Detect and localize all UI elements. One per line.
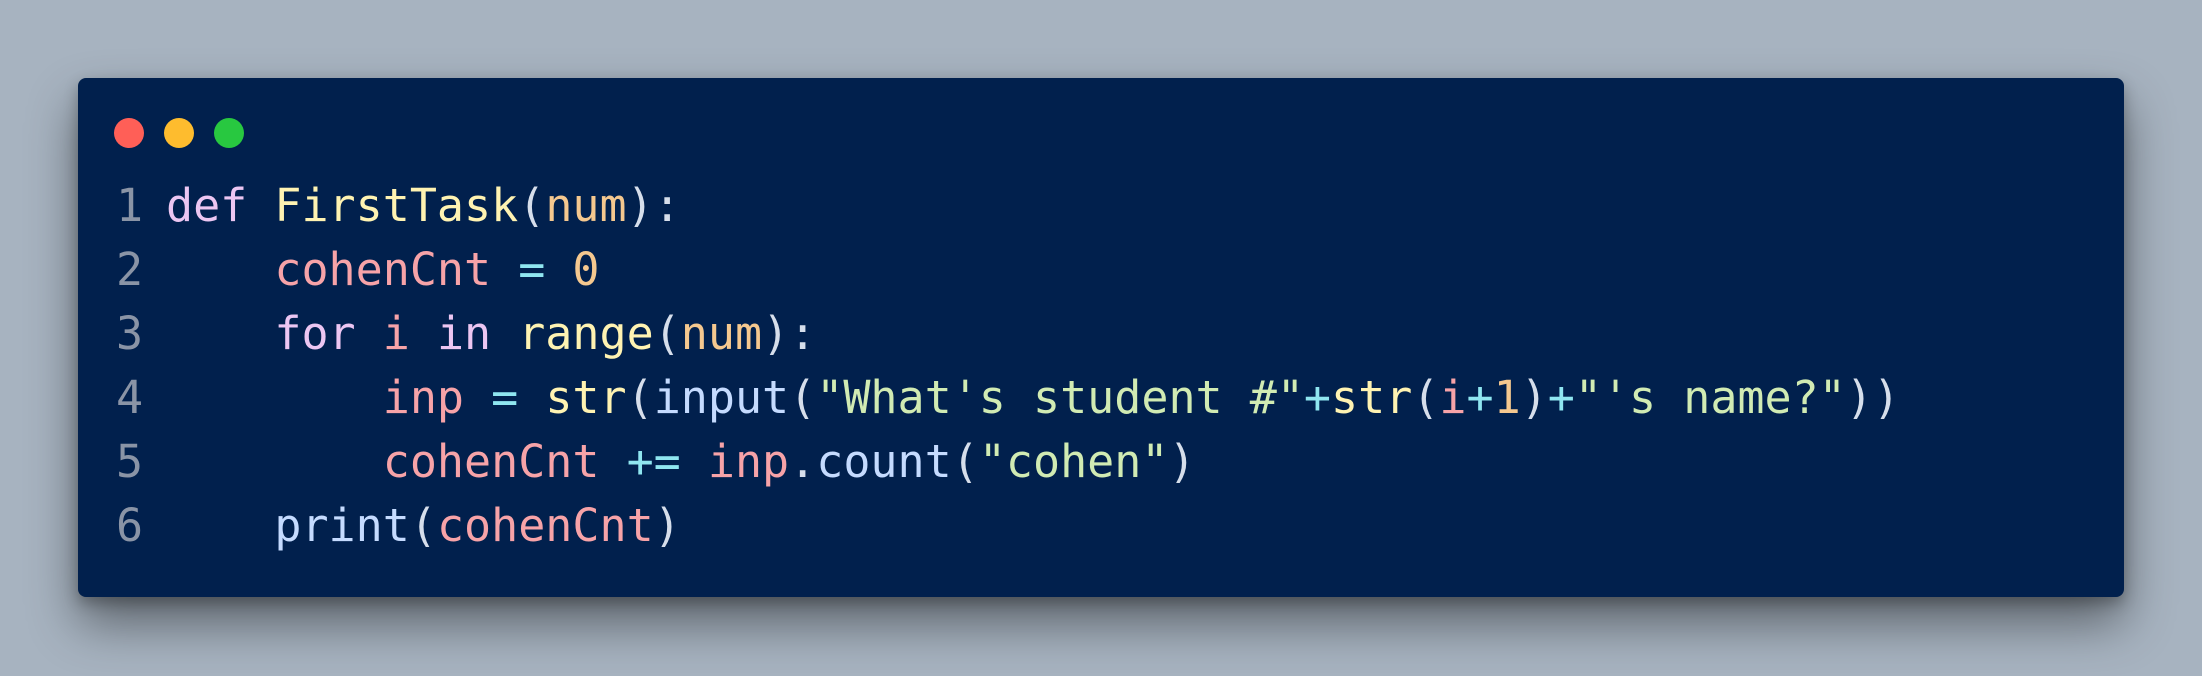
code-line: 6 print(cohenCnt) — [116, 494, 1900, 558]
code-token: "cohen" — [978, 435, 1169, 488]
code-token: ): — [762, 307, 817, 360]
code-token: = — [491, 371, 519, 424]
code-token: ( — [653, 307, 681, 360]
code-token: ( — [518, 179, 546, 232]
code-token: in — [436, 307, 492, 360]
code-token: inp — [382, 371, 465, 424]
code-line: 4 inp = str(input("What's student #"+str… — [116, 366, 1900, 430]
code-token: input — [653, 371, 790, 424]
code-token: + — [1547, 371, 1575, 424]
close-dot-icon — [114, 118, 144, 148]
maximize-dot-icon — [214, 118, 244, 148]
code-token: + — [1303, 371, 1332, 424]
code-token: for — [274, 307, 356, 360]
code-token: 1 — [1493, 371, 1521, 424]
code-token: ): — [626, 179, 681, 232]
code-token: str — [1331, 371, 1413, 424]
code-token: FirstTask — [274, 179, 519, 232]
code-token: ) — [1520, 371, 1548, 424]
code-token: ) — [653, 499, 681, 552]
code-token: ( — [409, 499, 437, 552]
line-number: 6 — [116, 499, 144, 552]
code-token: inp — [707, 435, 790, 488]
line-number: 2 — [116, 243, 144, 296]
code-token: )) — [1845, 371, 1900, 424]
code-token: num — [680, 307, 763, 360]
code-token: ( — [951, 435, 979, 488]
code-line: 1 def FirstTask(num): — [116, 174, 1900, 238]
code-token: cohenCnt — [436, 499, 654, 552]
code-token: str — [545, 371, 627, 424]
code-token: . — [789, 435, 817, 488]
code-token: ( — [626, 371, 654, 424]
code-token: def — [166, 179, 248, 232]
code-token: ( — [1412, 371, 1440, 424]
code-token: i — [382, 307, 410, 360]
code-token: cohenCnt — [274, 243, 492, 296]
line-number: 3 — [116, 307, 144, 360]
line-number: 4 — [116, 371, 144, 424]
code-token: ) — [1168, 435, 1196, 488]
code-token: += — [626, 435, 681, 488]
code-token: num — [545, 179, 627, 232]
code-token: cohenCnt — [382, 435, 600, 488]
code-token: 0 — [572, 243, 600, 296]
minimize-dot-icon — [164, 118, 194, 148]
code-token: ( — [789, 371, 817, 424]
code-line: 2 cohenCnt = 0 — [116, 238, 1900, 302]
code-token: range — [518, 307, 654, 360]
code-token: = — [518, 243, 546, 296]
line-number: 5 — [116, 435, 144, 488]
code-block: 1 def FirstTask(num): 2 cohenCnt = 03 for … — [116, 174, 1900, 558]
line-number: 1 — [116, 179, 144, 232]
code-token: "What's student #" — [816, 371, 1304, 424]
code-window: 1 def FirstTask(num): 2 cohenCnt = 03 for … — [78, 78, 2124, 597]
code-token: i — [1439, 371, 1467, 424]
code-token: count — [816, 435, 952, 488]
code-token: "'s name?" — [1574, 371, 1846, 424]
code-token: print — [274, 499, 410, 552]
code-line: 5 cohenCnt += inp.count("cohen") — [116, 430, 1900, 494]
code-token: + — [1466, 371, 1494, 424]
code-line: 3 for i in range(num): — [116, 302, 1900, 366]
